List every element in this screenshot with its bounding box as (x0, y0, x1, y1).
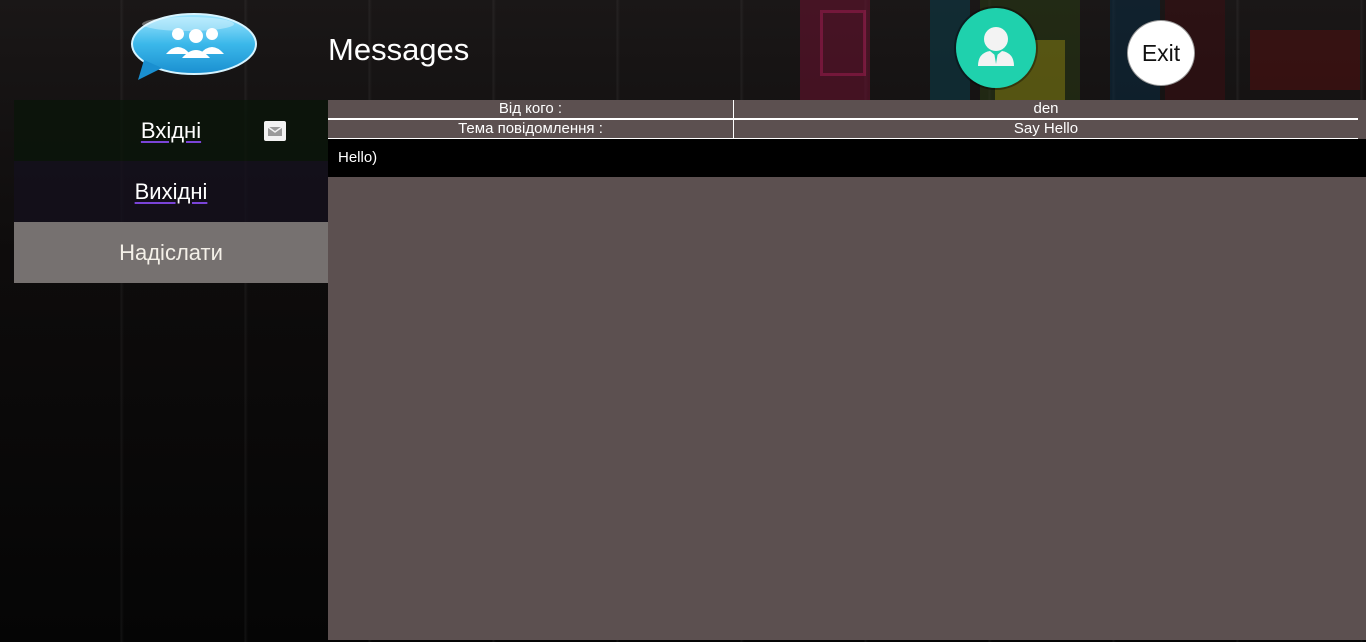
message-view: Від кого : den Тема повідомлення : Say H… (328, 100, 1366, 640)
page-title: Messages (328, 32, 470, 67)
header-background-art (780, 0, 1366, 100)
user-silhouette-icon (978, 27, 1014, 66)
mail-icon (264, 121, 286, 141)
sidebar-item-outbox[interactable]: Вихідні (14, 161, 328, 222)
sidebar-item-send[interactable]: Надіслати (14, 222, 328, 283)
table-row: Від кого : den (328, 100, 1358, 120)
subject-value: Say Hello (733, 119, 1358, 139)
sidebar-item-inbox[interactable]: Вхідні (14, 100, 328, 161)
sidebar-item-label[interactable]: Вихідні (135, 179, 208, 205)
user-avatar-icon[interactable] (956, 8, 1036, 88)
header: Messages Exit (0, 0, 1366, 100)
subject-label: Тема повідомлення : (328, 119, 734, 139)
message-body: Hello) (328, 139, 1366, 177)
chat-bubble-users-icon (131, 13, 257, 80)
from-label: Від кого : (328, 100, 734, 120)
table-row: Тема повідомлення : Say Hello (328, 119, 1358, 139)
message-meta-table: Від кого : den Тема повідомлення : Say H… (328, 100, 1358, 139)
exit-button[interactable]: Exit (1127, 20, 1195, 86)
sidebar-item-label: Надіслати (119, 239, 223, 265)
sidebar-item-label[interactable]: Вхідні (141, 118, 201, 144)
sidebar: Вхідні Вихідні Надіслати (14, 100, 328, 283)
from-value: den (733, 100, 1358, 120)
